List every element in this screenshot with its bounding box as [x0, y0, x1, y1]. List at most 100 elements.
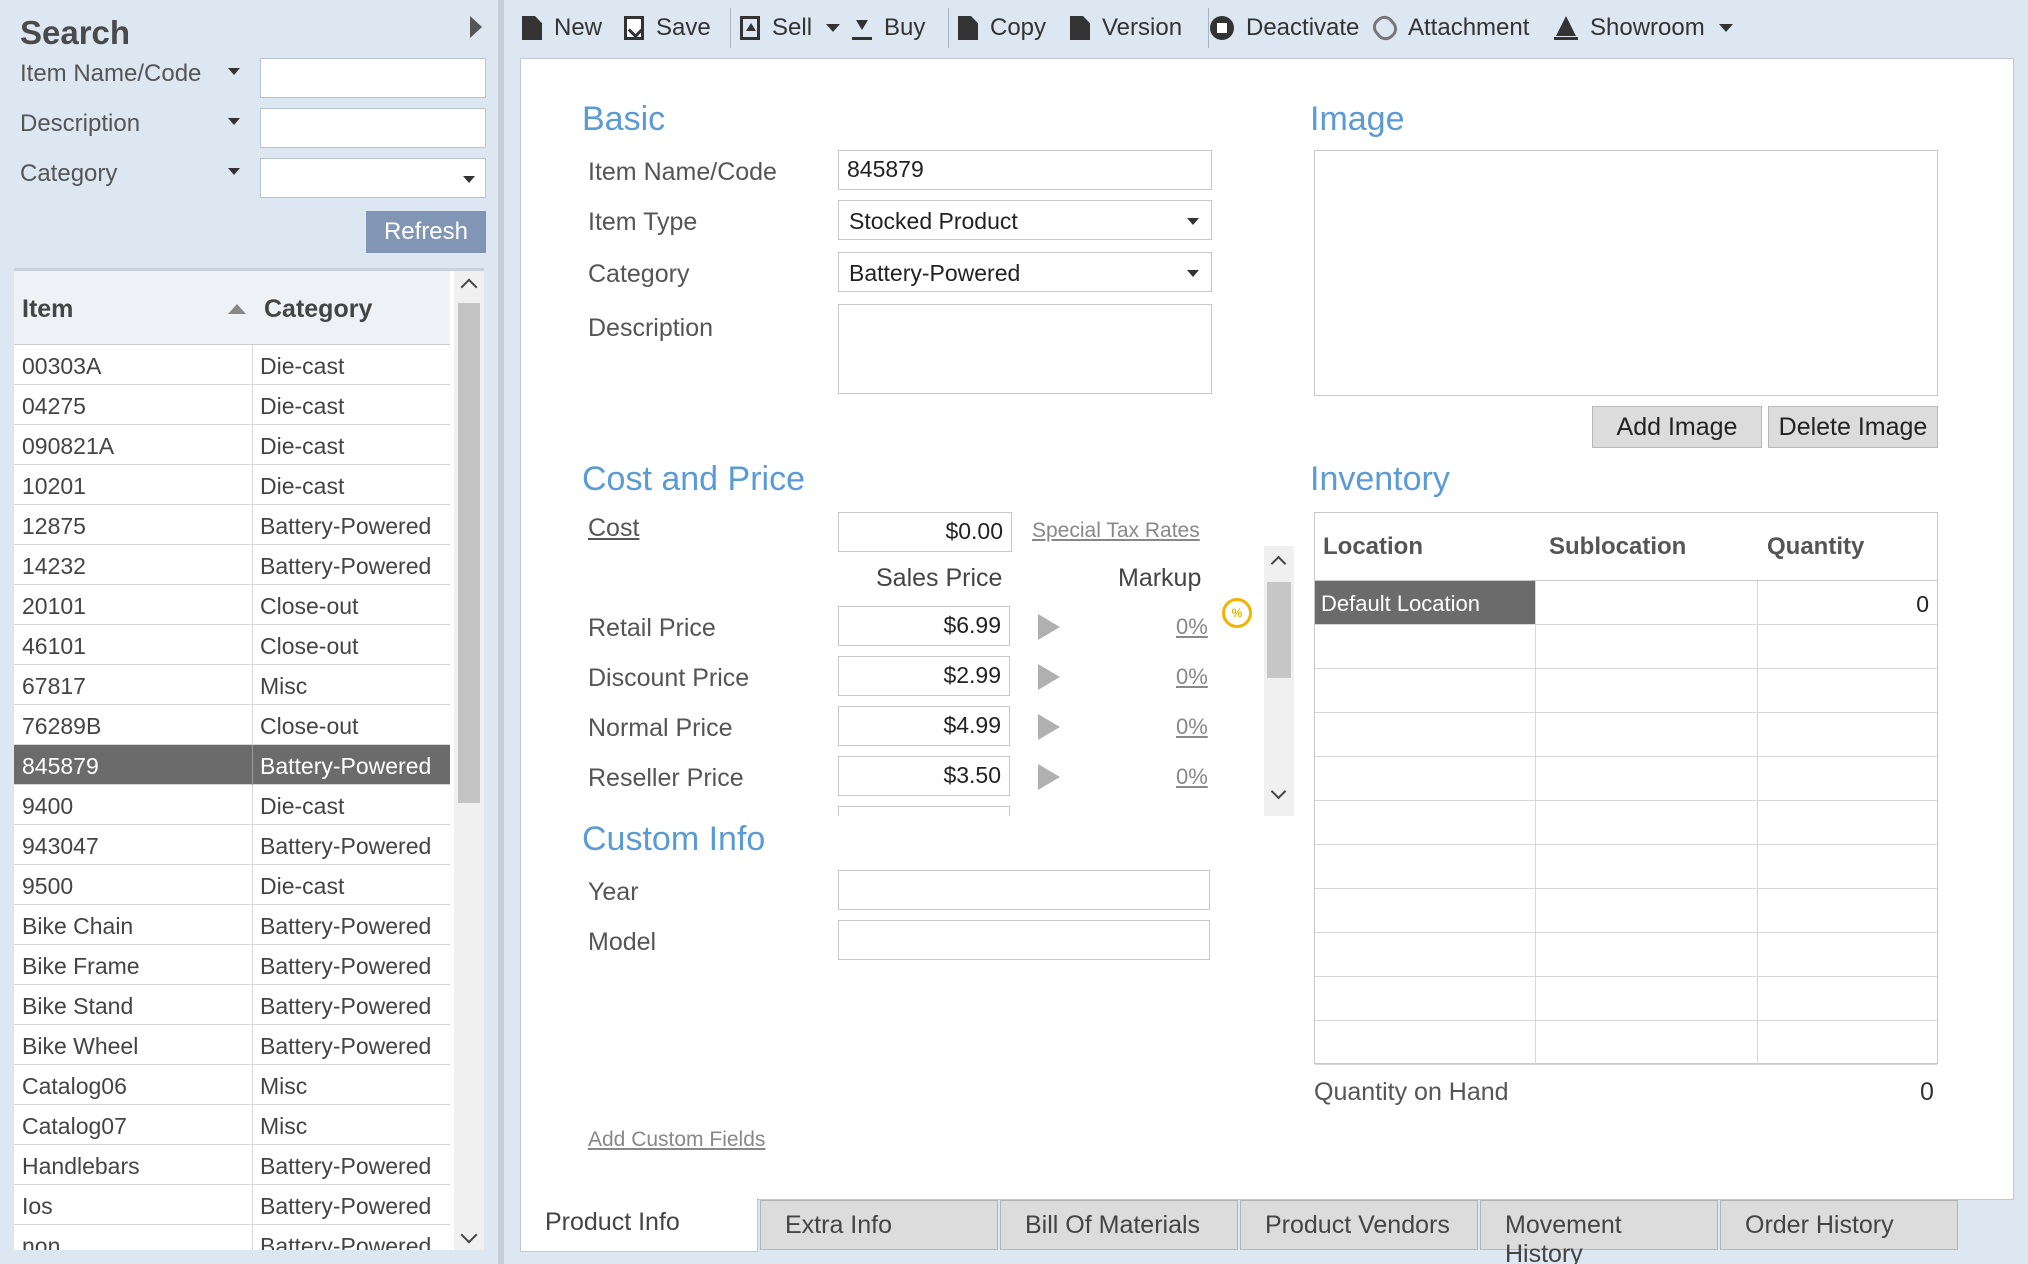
table-row[interactable]: 845879 Battery-Powered: [14, 745, 450, 785]
refresh-button[interactable]: Refresh: [366, 211, 486, 253]
cost-input[interactable]: $0.00: [838, 512, 1012, 552]
item-name-input[interactable]: 845879: [838, 150, 1212, 190]
normal-price-input[interactable]: $4.99: [838, 706, 1010, 746]
table-row[interactable]: 00303A Die-cast: [14, 345, 450, 385]
table-row[interactable]: [1315, 801, 1937, 845]
table-row[interactable]: [1315, 669, 1937, 713]
copy-button[interactable]: Copy: [958, 10, 1046, 46]
scrollbar-thumb[interactable]: [458, 303, 480, 803]
search-description-input[interactable]: [260, 108, 486, 148]
column-header-sublocation[interactable]: Sublocation: [1549, 533, 1686, 561]
table-row[interactable]: 090821A Die-cast: [14, 425, 450, 465]
tab-product-info[interactable]: Product Info: [520, 1198, 758, 1252]
table-row[interactable]: 46101 Close-out: [14, 625, 450, 665]
delete-image-button[interactable]: Delete Image: [1768, 406, 1938, 448]
model-input[interactable]: [838, 920, 1210, 960]
search-category-select[interactable]: [260, 158, 486, 198]
scroll-up-icon[interactable]: [460, 278, 478, 296]
play-arrow-icon[interactable]: [1038, 714, 1060, 740]
tab-movement-history[interactable]: Movement History: [1480, 1200, 1718, 1264]
field-options-icon[interactable]: [228, 68, 240, 75]
table-row[interactable]: 04275 Die-cast: [14, 385, 450, 425]
table-row[interactable]: 67817 Misc: [14, 665, 450, 705]
sell-button[interactable]: Sell: [740, 10, 841, 46]
discount-markup-link[interactable]: 0%: [1176, 664, 1208, 690]
attachment-button[interactable]: Attachment: [1368, 10, 1529, 46]
reseller-price-input[interactable]: $3.50: [838, 756, 1010, 796]
scroll-down-icon[interactable]: [1270, 783, 1287, 800]
retail-markup-link[interactable]: 0%: [1176, 614, 1208, 640]
field-options-icon[interactable]: [228, 168, 240, 175]
table-row[interactable]: [1315, 757, 1937, 801]
column-header-quantity[interactable]: Quantity: [1767, 533, 1864, 561]
table-row[interactable]: Default Location 0: [1315, 581, 1937, 625]
price-list-scrollbar[interactable]: [1264, 546, 1294, 816]
field-options-icon[interactable]: [228, 118, 240, 125]
grid-scrollbar[interactable]: [454, 271, 484, 1250]
table-row[interactable]: Bike Chain Battery-Powered: [14, 905, 450, 945]
table-row[interactable]: [1315, 845, 1937, 889]
table-row[interactable]: 10201 Die-cast: [14, 465, 450, 505]
table-row[interactable]: 9400 Die-cast: [14, 785, 450, 825]
table-row[interactable]: 12875 Battery-Powered: [14, 505, 450, 545]
table-row[interactable]: Ios Battery-Powered: [14, 1185, 450, 1225]
panel-splitter[interactable]: [498, 0, 504, 1264]
table-row[interactable]: Handlebars Battery-Powered: [14, 1145, 450, 1185]
table-row[interactable]: [1315, 889, 1937, 933]
column-header-category[interactable]: Category: [264, 295, 372, 324]
table-row[interactable]: Catalog07 Misc: [14, 1105, 450, 1145]
play-arrow-icon[interactable]: [1038, 664, 1060, 690]
normal-markup-link[interactable]: 0%: [1176, 714, 1208, 740]
scroll-down-icon[interactable]: [460, 1226, 478, 1244]
buy-button[interactable]: Buy: [852, 10, 925, 46]
table-row[interactable]: [1315, 977, 1937, 1021]
column-header-item[interactable]: Item: [22, 295, 73, 324]
discount-price-input[interactable]: $2.99: [838, 656, 1010, 696]
play-arrow-icon[interactable]: [1038, 614, 1060, 640]
add-image-button[interactable]: Add Image: [1592, 406, 1762, 448]
table-row[interactable]: 76289B Close-out: [14, 705, 450, 745]
table-row[interactable]: 14232 Battery-Powered: [14, 545, 450, 585]
category-select[interactable]: Battery-Powered: [838, 252, 1212, 292]
tab-product-vendors[interactable]: Product Vendors: [1240, 1200, 1478, 1250]
play-arrow-icon[interactable]: [1038, 764, 1060, 790]
table-row[interactable]: [1315, 625, 1937, 669]
year-input[interactable]: [838, 870, 1210, 910]
special-tax-rates-link[interactable]: Special Tax Rates: [1032, 519, 1200, 543]
retail-price-input[interactable]: $6.99: [838, 606, 1010, 646]
table-row[interactable]: Catalog06 Misc: [14, 1065, 450, 1105]
chevron-down-icon[interactable]: [826, 24, 841, 32]
table-row[interactable]: [1315, 933, 1937, 977]
scroll-up-icon[interactable]: [1270, 555, 1287, 572]
add-custom-fields-link[interactable]: Add Custom Fields: [588, 1128, 765, 1152]
search-item-input[interactable]: [260, 58, 486, 98]
table-row[interactable]: 20101 Close-out: [14, 585, 450, 625]
table-row[interactable]: Bike Frame Battery-Powered: [14, 945, 450, 985]
table-row[interactable]: Bike Wheel Battery-Powered: [14, 1025, 450, 1065]
description-textarea[interactable]: [838, 304, 1212, 394]
tab-extra-info[interactable]: Extra Info: [760, 1200, 998, 1250]
scrollbar-thumb[interactable]: [1267, 582, 1291, 678]
collapse-panel-icon[interactable]: [470, 16, 482, 38]
tab-bill-of-materials[interactable]: Bill Of Materials: [1000, 1200, 1238, 1250]
table-row[interactable]: [1315, 1021, 1937, 1065]
sort-ascending-icon[interactable]: [228, 304, 246, 314]
table-row[interactable]: non Battery-Powered: [14, 1225, 450, 1250]
deactivate-button[interactable]: Deactivate: [1210, 10, 1359, 46]
cost-link[interactable]: Cost: [588, 514, 639, 543]
table-row[interactable]: Bike Stand Battery-Powered: [14, 985, 450, 1025]
new-button[interactable]: New: [522, 10, 602, 46]
image-preview[interactable]: [1314, 150, 1938, 396]
table-row[interactable]: 943047 Battery-Powered: [14, 825, 450, 865]
table-row[interactable]: 9500 Die-cast: [14, 865, 450, 905]
tab-order-history[interactable]: Order History: [1720, 1200, 1958, 1250]
discount-alert-icon[interactable]: %: [1222, 598, 1252, 628]
showroom-button[interactable]: Showroom: [1554, 10, 1733, 46]
table-row[interactable]: [1315, 713, 1937, 757]
save-button[interactable]: Save: [624, 10, 711, 46]
chevron-down-icon[interactable]: [1718, 24, 1733, 32]
reseller-markup-link[interactable]: 0%: [1176, 764, 1208, 790]
version-button[interactable]: Version: [1070, 10, 1182, 46]
column-header-location[interactable]: Location: [1323, 533, 1423, 561]
item-type-select[interactable]: Stocked Product: [838, 200, 1212, 240]
